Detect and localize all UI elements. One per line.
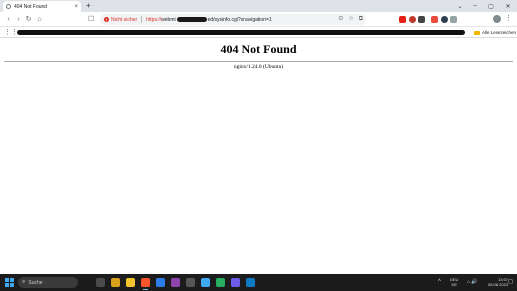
clock[interactable]: 13:07 08.08.2023 [488, 277, 508, 287]
language-indicator[interactable]: DEU DE [450, 277, 458, 287]
vpn-icon[interactable] [216, 278, 225, 287]
forward-button[interactable]: › [14, 15, 23, 24]
extension-icon[interactable] [441, 16, 448, 23]
omnibox-actions: ⊙ ☆ ⧉ [338, 15, 363, 24]
page-title: 404 Not Found [220, 42, 297, 56]
shield-icon[interactable] [231, 278, 240, 287]
search-placeholder: Suche [28, 279, 43, 286]
clock-date: 08.08.2023 [488, 282, 509, 287]
omnibox-divider [141, 16, 143, 23]
system-tray-icons[interactable]: ⌂ 🔊 [467, 277, 478, 288]
all-bookmarks-button[interactable]: Alle Lesezeichen [474, 28, 516, 37]
apps-grid-icon[interactable]: ⋮⋮ [4, 28, 18, 37]
url-prefix: webmi [161, 16, 176, 23]
app-icon[interactable] [171, 278, 180, 287]
insecure-label[interactable]: Nicht sicher [111, 17, 137, 23]
close-window-button[interactable]: ✕ [500, 0, 516, 12]
taskview-icon[interactable] [96, 278, 105, 287]
extension-icon[interactable] [409, 16, 416, 23]
page-content: 404 Not Found nginx/1.24.0 (Ubuntu) [0, 38, 517, 274]
bookmarks-bar: ⋮⋮ Alle Lesezeichen [0, 27, 517, 38]
app-icon[interactable] [201, 278, 210, 287]
address-bar[interactable]: ! Nicht sicher https://webmi ed/sysinfo.c… [100, 14, 366, 25]
tab-title: 404 Not Found [14, 3, 48, 10]
minimize-button[interactable]: – [467, 0, 483, 12]
bookmarks-redaction [17, 30, 465, 35]
menu-icon[interactable]: ⋮ [505, 14, 512, 24]
url-suffix: ed/sysinfo.cgi?xnavigation=1 [207, 16, 272, 23]
taskbar: ⌕ Suche ^ DEU DE ⌂ 🔊 13:07 08.08.2023 ◻ [0, 274, 517, 291]
folder-icon[interactable] [126, 278, 135, 287]
tab-404-not-found[interactable]: 404 Not Found × [3, 1, 81, 12]
share-icon[interactable]: ⧉ [359, 15, 363, 24]
calculator-icon[interactable] [186, 278, 195, 287]
extension-icon[interactable] [418, 16, 425, 23]
warning-icon[interactable]: ! [104, 17, 109, 22]
search-icon: ⌕ [22, 279, 26, 285]
back-button[interactable]: ‹ [4, 15, 13, 24]
reload-button[interactable]: ↻ [24, 15, 33, 24]
files-icon[interactable] [111, 278, 120, 287]
brave-icon[interactable] [141, 278, 150, 290]
keyboard-layout: DE [451, 282, 457, 287]
url-scheme: https:// [146, 16, 162, 23]
tab-close-icon[interactable]: × [74, 4, 78, 10]
app-icon[interactable] [246, 278, 255, 287]
tab-search-button[interactable]: ⌄ [452, 0, 468, 12]
folder-icon [474, 30, 480, 35]
server-signature: nginx/1.24.0 (Ubuntu) [233, 64, 284, 70]
new-tab-button[interactable]: + [86, 1, 91, 11]
tab-strip: 404 Not Found × + ⌄ – ▢ ✕ [0, 0, 517, 12]
browser-toolbar: ‹ › ↻ ⌂ ☐ ! Nicht sicher https://webmi ed… [0, 12, 517, 27]
home-button[interactable]: ⌂ [35, 15, 44, 24]
site-info-icon[interactable]: ⊙ [338, 15, 343, 24]
url-redaction [176, 16, 207, 22]
app-icon[interactable] [156, 278, 165, 287]
taskbar-search[interactable]: ⌕ Suche [18, 277, 78, 288]
avatar[interactable] [493, 15, 501, 23]
star-icon[interactable]: ☆ [348, 15, 353, 24]
notification-icon[interactable]: ◻ [508, 277, 513, 288]
all-bookmarks-label: Alle Lesezeichen [482, 30, 517, 35]
windows-start-icon[interactable] [5, 278, 14, 287]
maximize-button[interactable]: ▢ [483, 0, 499, 12]
url-text[interactable]: https://webmi ed/sysinfo.cgi?xnavigation=… [146, 16, 272, 23]
divider [4, 61, 513, 62]
extension-icon[interactable] [450, 16, 457, 23]
globe-icon [6, 4, 11, 9]
extension-icon[interactable] [431, 16, 438, 23]
tray-overflow-icon[interactable]: ^ [438, 277, 441, 288]
youtube-icon[interactable] [399, 16, 406, 23]
bookmark-page-icon[interactable]: ☐ [88, 15, 94, 24]
